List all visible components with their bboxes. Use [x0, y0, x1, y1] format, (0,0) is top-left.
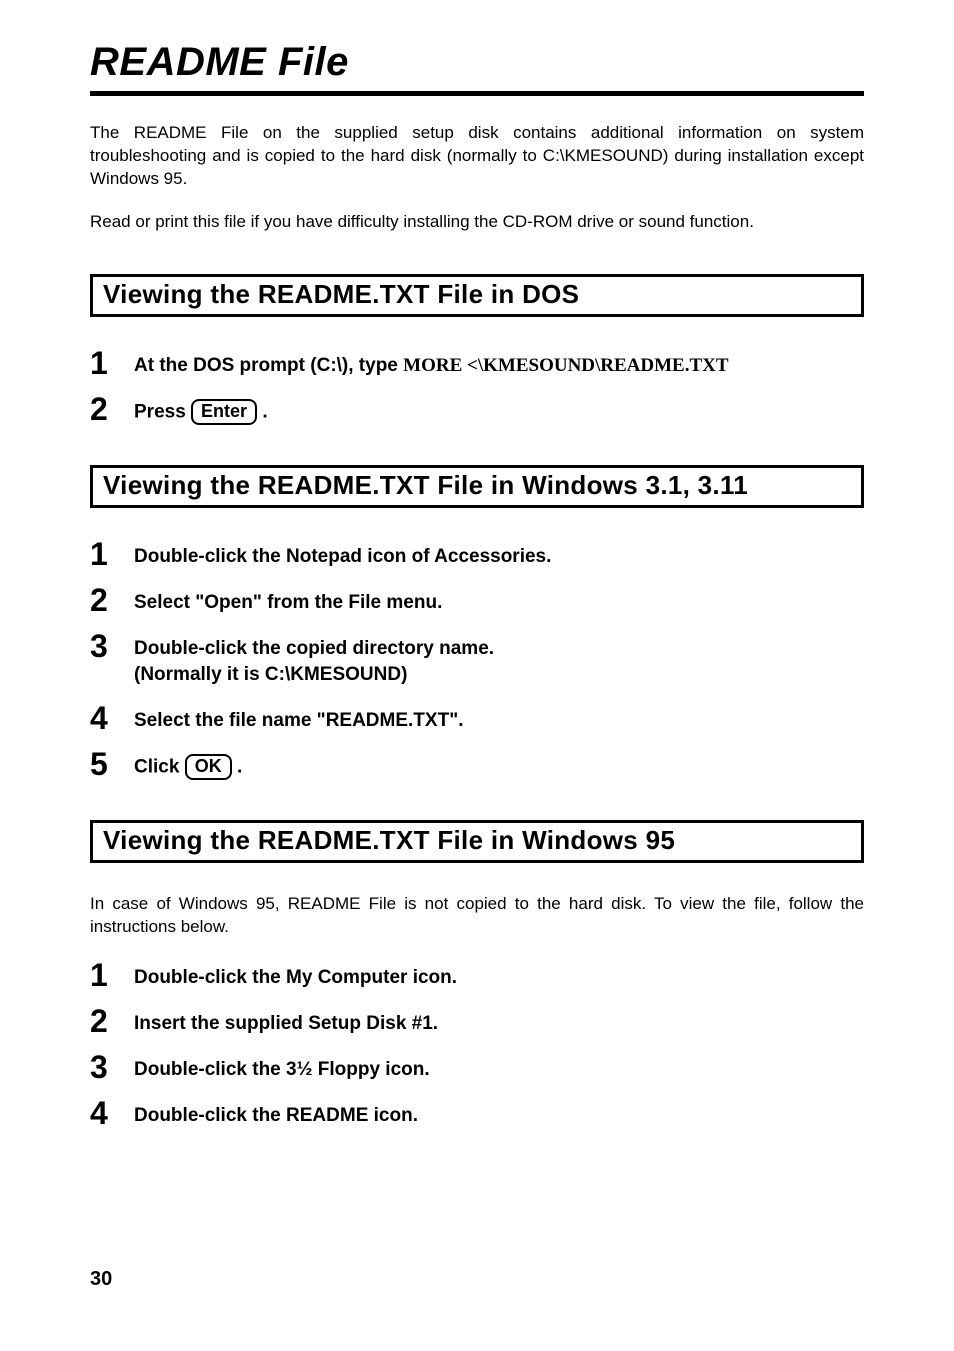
step: 4 Double-click the README icon. [90, 1097, 864, 1129]
page: README File The README File on the suppl… [0, 0, 954, 1351]
win95-intro: In case of Windows 95, README File is no… [90, 893, 864, 939]
step-number: 2 [90, 393, 134, 425]
keycap-ok: OK [185, 754, 232, 781]
step: 2 Insert the supplied Setup Disk #1. [90, 1005, 864, 1037]
steps-win31: 1 Double-click the Notepad icon of Acces… [90, 538, 864, 780]
step-number: 4 [90, 1097, 134, 1129]
step-text: Select "Open" from the File menu. [134, 584, 442, 616]
step-text: Double-click the copied directory name. … [134, 630, 494, 687]
step-text: Press Enter . [134, 393, 268, 426]
section-heading-win31: Viewing the README.TXT File in Windows 3… [90, 465, 864, 508]
step-text-line: (Normally it is C:\KMESOUND) [134, 664, 407, 685]
step-text-part: Floppy icon. [312, 1059, 429, 1080]
step-number: 1 [90, 347, 134, 379]
step: 1 At the DOS prompt (C:\), type MORE <\K… [90, 347, 864, 379]
step-text: Double-click the README icon. [134, 1097, 418, 1129]
step-text: Double-click the 3½ Floppy icon. [134, 1051, 430, 1083]
step-number: 5 [90, 748, 134, 780]
step-text-part: . [232, 756, 243, 777]
step-number: 3 [90, 1051, 134, 1083]
section-heading-win31-text: Viewing the README.TXT File in Windows 3… [103, 470, 851, 501]
step: 3 Double-click the copied directory name… [90, 630, 864, 687]
intro-paragraph-2: Read or print this file if you have diff… [90, 211, 864, 234]
page-title: README File [90, 40, 864, 85]
step-number: 1 [90, 538, 134, 570]
step-number: 2 [90, 584, 134, 616]
step-number: 3 [90, 630, 134, 662]
step: 5 Click OK . [90, 748, 864, 781]
step-text: Double-click the Notepad icon of Accesso… [134, 538, 551, 570]
step-text: At the DOS prompt (C:\), type MORE <\KME… [134, 347, 729, 379]
step-text: Insert the supplied Setup Disk #1. [134, 1005, 438, 1037]
step-number: 2 [90, 1005, 134, 1037]
intro-paragraph-1: The README File on the supplied setup di… [90, 122, 864, 191]
fraction-half: ½ [297, 1059, 313, 1080]
steps-win95: 1 Double-click the My Computer icon. 2 I… [90, 959, 864, 1129]
step-text-part: Press [134, 401, 191, 422]
step-text-part: Click [134, 756, 185, 777]
page-number: 30 [90, 1268, 112, 1291]
step: 2 Press Enter . [90, 393, 864, 426]
step: 1 Double-click the My Computer icon. [90, 959, 864, 991]
steps-dos: 1 At the DOS prompt (C:\), type MORE <\K… [90, 347, 864, 426]
section-heading-dos: Viewing the README.TXT File in DOS [90, 274, 864, 317]
step-text-part: . [257, 401, 268, 422]
command-text: MORE <\KMESOUND\README.TXT [403, 355, 728, 376]
step-text-line: Double-click the copied directory name. [134, 638, 494, 659]
step: 1 Double-click the Notepad icon of Acces… [90, 538, 864, 570]
step-text-part: At the DOS prompt (C:\), type [134, 355, 403, 376]
step: 2 Select "Open" from the File menu. [90, 584, 864, 616]
step-text-part: Double-click the 3 [134, 1059, 297, 1080]
step-text: Select the file name "README.TXT". [134, 702, 463, 734]
section-heading-win95: Viewing the README.TXT File in Windows 9… [90, 820, 864, 863]
title-rule [90, 91, 864, 96]
section-heading-dos-text: Viewing the README.TXT File in DOS [103, 279, 851, 310]
step: 3 Double-click the 3½ Floppy icon. [90, 1051, 864, 1083]
section-heading-win95-text: Viewing the README.TXT File in Windows 9… [103, 825, 851, 856]
keycap-enter: Enter [191, 399, 257, 426]
step-number: 4 [90, 702, 134, 734]
step-text: Click OK . [134, 748, 242, 781]
step-text: Double-click the My Computer icon. [134, 959, 457, 991]
step-number: 1 [90, 959, 134, 991]
step: 4 Select the file name "README.TXT". [90, 702, 864, 734]
